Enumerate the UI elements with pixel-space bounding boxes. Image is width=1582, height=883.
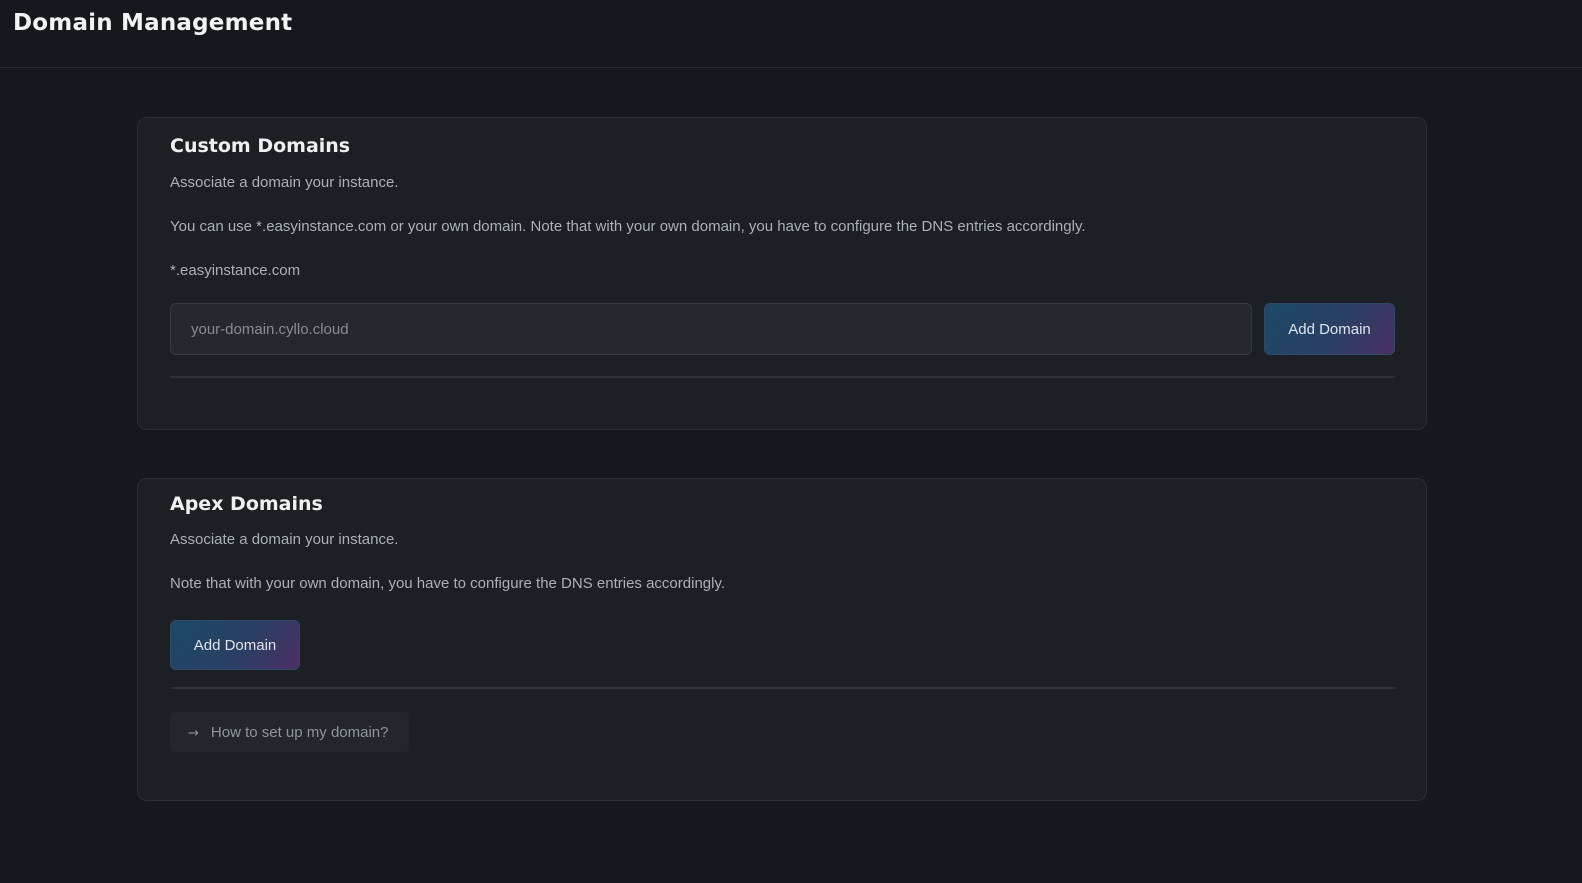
apex-domains-card: Apex Domains Associate a domain your ins… — [137, 478, 1427, 801]
custom-domains-card: Custom Domains Associate a domain your i… — [137, 117, 1427, 430]
custom-domains-divider — [170, 376, 1395, 378]
page-title: Domain Management — [13, 10, 293, 36]
domain-suffix-label: *.easyinstance.com — [170, 262, 301, 279]
add-custom-domain-button[interactable]: Add Domain — [1264, 303, 1395, 355]
domain-input[interactable] — [170, 303, 1252, 355]
setup-domain-help-link[interactable]: → How to set up my domain? — [170, 712, 409, 752]
page-header: Domain Management — [0, 0, 1582, 68]
custom-domains-title: Custom Domains — [170, 135, 351, 157]
custom-domains-note: You can use *.easyinstance.com or your o… — [170, 218, 1086, 235]
custom-domains-description: Associate a domain your instance. — [170, 174, 399, 191]
apex-domains-note: Note that with your own domain, you have… — [170, 575, 726, 592]
apex-domains-divider — [170, 687, 1395, 689]
apex-domains-description: Associate a domain your instance. — [170, 531, 399, 548]
arrow-right-icon: → — [188, 726, 199, 741]
apex-domains-title: Apex Domains — [170, 493, 323, 515]
add-apex-domain-button[interactable]: Add Domain — [170, 620, 300, 670]
help-link-label: How to set up my domain? — [210, 723, 389, 741]
